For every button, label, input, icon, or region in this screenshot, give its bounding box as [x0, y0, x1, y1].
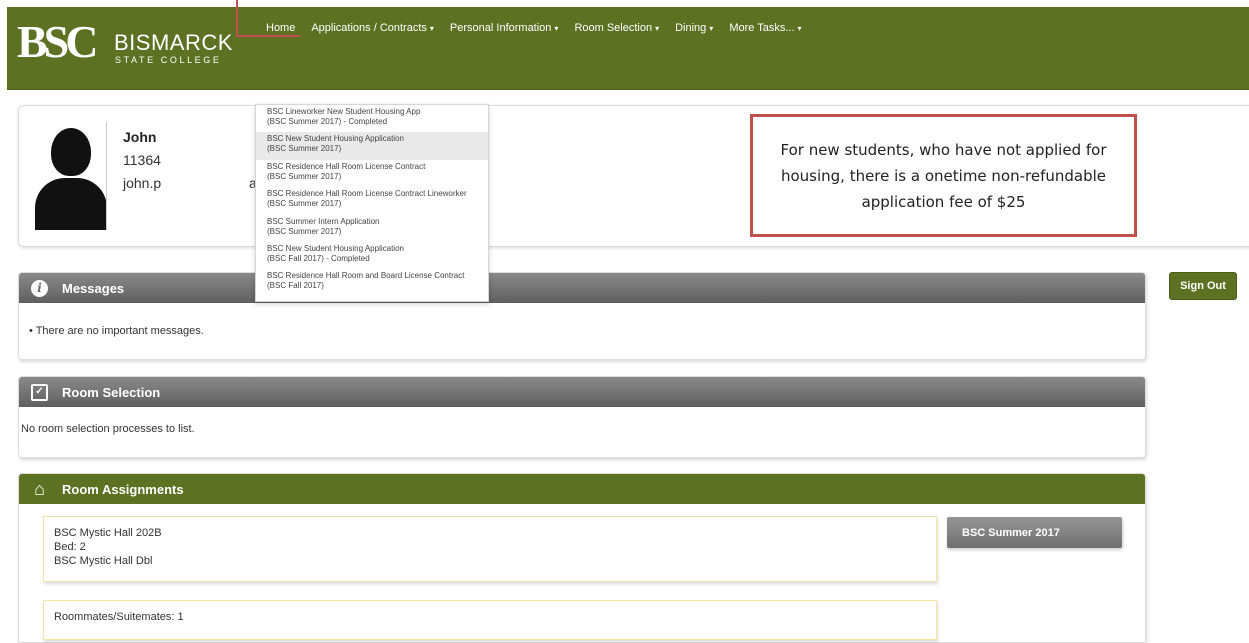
room-bed: Bed: 2 — [54, 541, 86, 553]
avatar — [35, 122, 107, 230]
profile-name: John — [123, 129, 157, 145]
logo-subtitle: STATE COLLEGE — [115, 55, 222, 65]
messages-body: • There are no important messages. — [29, 325, 204, 337]
dropdown-item-title: BSC Summer Intern Application — [267, 216, 380, 226]
chevron-down-icon: ▾ — [709, 24, 714, 33]
messages-title: Messages — [62, 280, 125, 296]
chevron-down-icon: ▾ — [429, 24, 434, 33]
room-assignments-header: ⌂ Room Assignments — [19, 474, 1145, 504]
dropdown-item[interactable]: BSC Residence Hall Room License Contract… — [256, 160, 488, 187]
sign-out-button[interactable]: Sign Out — [1169, 272, 1237, 300]
avatar-body — [35, 178, 106, 230]
chevron-down-icon: ▾ — [655, 24, 660, 33]
dropdown-item-term: (BSC Fall 2017) — [267, 281, 324, 291]
dropdown-item-title: BSC Residence Hall Room and Board Licens… — [267, 271, 465, 281]
nav-item-applications-contracts[interactable]: Applications / Contracts ▾ — [303, 21, 442, 36]
home-icon: ⌂ — [34, 478, 45, 499]
messages-header: i Messages — [19, 273, 1145, 303]
fee-callout: For new students, who have not applied f… — [750, 114, 1137, 237]
dropdown-item[interactable]: BSC Residence Hall Room and Board Licens… — [256, 269, 488, 296]
nav-item-label: Home — [266, 22, 296, 34]
room-hall: BSC Mystic Hall 202B — [54, 527, 162, 539]
avatar-head — [51, 128, 91, 176]
checkbox-icon: ✓ — [31, 383, 48, 401]
nav-item-label: Room Selection — [574, 22, 653, 34]
nav-item-more-tasks[interactable]: More Tasks... ▾ — [721, 21, 809, 36]
applications-dropdown: BSC Lineworker New Student Housing App (B… — [255, 104, 489, 302]
chevron-down-icon: ▾ — [797, 24, 802, 33]
nav-item-room-selection[interactable]: Room Selection ▾ — [566, 21, 667, 36]
logo-mark: BSC — [17, 16, 99, 67]
nav-item-dining[interactable]: Dining ▾ — [667, 21, 721, 36]
nav-item-label: Personal Information — [449, 22, 552, 34]
dropdown-item[interactable]: BSC Lineworker New Student Housing App (B… — [256, 105, 488, 132]
term-label: BSC Summer 2017 — [947, 517, 1122, 548]
dropdown-item-term: (BSC Summer 2017) — [267, 199, 342, 209]
profile-id: 11364 — [123, 152, 161, 168]
top-navbar: BSC BISMARCK STATE COLLEGE Home Applicati… — [7, 7, 1249, 90]
callout-connector-horizontal — [236, 35, 300, 37]
fee-callout-text: For new students, who have not applied f… — [780, 140, 1107, 211]
main-menu: Home Applications / Contracts ▾ Personal In… — [258, 21, 810, 36]
dropdown-item-term: (BSC Fall 2017) - Completed — [267, 253, 370, 263]
nav-item-label: Applications / Contracts — [311, 22, 427, 34]
dropdown-item-term: (BSC Summer 2017) — [267, 144, 342, 154]
room-assignment-card: BSC Mystic Hall 202B Bed: 2 BSC Mystic H… — [43, 516, 937, 582]
dropdown-item-title: BSC Lineworker New Student Housing App — [267, 107, 421, 116]
info-icon: i — [31, 279, 48, 297]
room-type: BSC Mystic Hall Dbl — [54, 555, 153, 567]
dropdown-item-title: BSC New Student Housing Application — [267, 134, 404, 144]
nav-item-label: Dining — [675, 22, 707, 34]
roommates-card: Roommates/Suitemates: 1 — [43, 600, 937, 640]
roommates-count: Roommates/Suitemates: 1 — [54, 611, 184, 623]
dropdown-item[interactable]: BSC New Student Housing Application (BSC … — [256, 242, 488, 269]
nav-item-label: More Tasks... — [729, 22, 795, 34]
dropdown-item-term: (BSC Summer 2017) — [267, 226, 342, 236]
nav-item-personal-information[interactable]: Personal Information ▾ — [442, 21, 567, 36]
logo-name: BISMARCK — [114, 30, 233, 55]
messages-panel: i Messages • There are no important mess… — [18, 272, 1146, 360]
profile-email: john.p — [123, 175, 162, 191]
dropdown-item-title: BSC Residence Hall Room License Contract… — [267, 189, 467, 199]
room-assignments-title: Room Assignments — [62, 481, 184, 497]
dropdown-item-title: BSC Residence Hall Room License Contract — [267, 161, 426, 171]
room-selection-body: No room selection processes to list. — [21, 423, 195, 435]
room-selection-panel: ✓ Room Selection No room selection proce… — [18, 376, 1146, 458]
dropdown-item-term: (BSC Summer 2017) — [267, 171, 342, 181]
chevron-down-icon: ▾ — [554, 24, 559, 33]
room-selection-header: ✓ Room Selection — [19, 377, 1145, 407]
dropdown-item[interactable]: BSC Summer Intern Application (BSC Summer… — [256, 215, 488, 242]
nav-item-home[interactable]: Home — [258, 21, 303, 36]
dropdown-item[interactable]: BSC New Student Housing Application (BSC … — [256, 132, 488, 160]
room-selection-title: Room Selection — [62, 384, 161, 400]
callout-connector — [236, 0, 238, 36]
dropdown-item[interactable]: BSC Residence Hall Room License Contract… — [256, 187, 488, 214]
dropdown-item-title: BSC New Student Housing Application — [267, 243, 404, 253]
college-logo[interactable]: BSC BISMARCK STATE COLLEGE — [17, 17, 252, 69]
dropdown-item-term: (BSC Summer 2017) - Completed — [267, 117, 388, 126]
